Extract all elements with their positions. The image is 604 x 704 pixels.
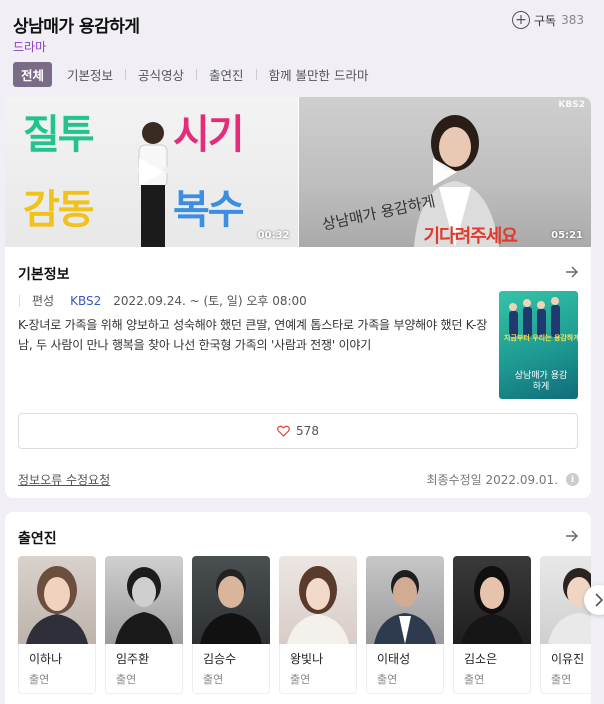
tab-divider [196, 69, 198, 80]
cast-name: 김소은 [464, 652, 498, 666]
cast-role: 출연 [29, 673, 50, 686]
arrow-right-icon[interactable] [565, 265, 579, 279]
tab-divider [58, 69, 59, 80]
overlay-text: 감동 [23, 187, 95, 233]
cast-item[interactable]: 이유진 출연 [540, 556, 591, 694]
cast-card: 출연진 이하나 출연 임주환 출연 김승수 출연 왕빛나 출연 이태성 출연 김… [5, 512, 591, 704]
poster-tagline: 지금부터 우리는 용감하게 [504, 334, 578, 342]
subscribe-label: 구독 [534, 13, 557, 28]
cast-name: 이태성 [377, 652, 411, 666]
subscribe-button[interactable]: + 구독 383 [512, 11, 584, 29]
overlay-caption: 기다려주세요 [423, 226, 518, 247]
cast-info: 임주환 출연 [105, 644, 183, 694]
cast-photo [192, 556, 270, 644]
broadcast-channel[interactable]: KBS2 [70, 294, 101, 308]
chevron-right-icon [595, 593, 604, 607]
video-thumbnail-2[interactable]: KBS2 상남매가 용감하게 기다려주세요 05:21 [298, 97, 591, 247]
cast-info: 김승수 출연 [192, 644, 270, 694]
cast-name: 임주환 [116, 652, 150, 666]
tab-all[interactable]: 전체 [13, 62, 53, 87]
cast-list: 이하나 출연 임주환 출연 김승수 출연 왕빛나 출연 이태성 출연 김소은 출… [18, 556, 591, 694]
cast-role: 출연 [551, 673, 572, 686]
heart-icon [277, 425, 290, 437]
cast-photo [453, 556, 531, 644]
poster-image[interactable]: 지금부터 우리는 용감하게 상남매가 용감하게 [499, 291, 578, 399]
cast-photo [105, 556, 183, 644]
cast-info: 이태성 출연 [366, 644, 444, 694]
info-icon[interactable]: i [566, 473, 579, 486]
cast-info: 왕빛나 출연 [279, 644, 357, 694]
tab-bar: 전체 기본정보 공식영상 출연진 함께 볼만한 드라마 [13, 62, 371, 87]
cast-item[interactable]: 임주환 출연 [105, 556, 183, 694]
cast-role: 출연 [464, 673, 485, 686]
meta-divider [19, 294, 20, 307]
arrow-right-icon[interactable] [565, 529, 579, 543]
cast-name: 이하나 [29, 652, 63, 666]
like-count: 578 [296, 424, 319, 438]
channel-logo: KBS2 [558, 100, 585, 110]
tab-divider [125, 69, 127, 80]
cast-item[interactable]: 왕빛나 출연 [279, 556, 357, 694]
cast-item[interactable]: 김소은 출연 [453, 556, 531, 694]
cast-item[interactable]: 김승수 출연 [192, 556, 270, 694]
cast-role: 출연 [377, 673, 398, 686]
cast-item[interactable]: 이하나 출연 [18, 556, 96, 694]
info-card: 질투 시기 감동 복수 00:32 KBS2 상남매가 용감하게 기다려주세요 … [5, 97, 591, 498]
tab-cast[interactable]: 출연진 [207, 65, 246, 84]
cast-info: 이유진 출연 [540, 644, 591, 694]
tab-divider [255, 69, 257, 80]
synopsis: K-장녀로 가족을 위해 양보하고 성숙해야 했던 큰딸, 연예계 톱스타로 가… [18, 318, 488, 352]
cast-name: 김승수 [203, 652, 237, 666]
cast-name: 이유진 [551, 652, 585, 666]
video-duration: 05:21 [551, 230, 583, 241]
poster-title: 상남매가 용감하게 [514, 371, 568, 392]
tab-basic-info[interactable]: 기본정보 [65, 65, 115, 84]
header: 상남매가 용감하게 드라마 + 구독 383 전체 기본정보 공식영상 출연진 … [0, 0, 604, 92]
last-updated: 최종수정일 2022.09.01. i [426, 471, 579, 488]
broadcast-meta: 편성 KBS2 2022.09.24. ~ (토, 일) 오후 08:00 [19, 292, 307, 309]
play-icon[interactable] [431, 156, 459, 188]
video-thumbnail-1[interactable]: 질투 시기 감동 복수 00:32 [5, 97, 298, 247]
play-icon[interactable] [137, 156, 165, 188]
section-title-cast: 출연진 [18, 531, 57, 547]
cast-role: 출연 [203, 673, 224, 686]
video-duration: 00:32 [257, 230, 290, 241]
cast-role: 출연 [116, 673, 137, 686]
cast-info: 김소은 출연 [453, 644, 531, 694]
page-title: 상남매가 용감하게 [13, 17, 140, 37]
genre-label[interactable]: 드라마 [13, 38, 46, 55]
cast-info: 이하나 출연 [18, 644, 96, 694]
broadcast-status: 편성 [32, 294, 55, 308]
video-row: 질투 시기 감동 복수 00:32 KBS2 상남매가 용감하게 기다려주세요 … [5, 97, 591, 247]
last-updated-text: 최종수정일 2022.09.01. [426, 473, 558, 487]
cast-photo [18, 556, 96, 644]
subscribe-count: 383 [561, 13, 584, 27]
broadcast-schedule: 2022.09.24. ~ (토, 일) 오후 08:00 [113, 294, 307, 308]
tab-official-videos[interactable]: 공식영상 [136, 65, 186, 84]
cast-role: 출연 [290, 673, 311, 686]
report-error-link[interactable]: 정보오류 수정요청 [18, 471, 110, 488]
tab-related-dramas[interactable]: 함께 볼만한 드라마 [267, 65, 371, 84]
section-title-basic-info: 기본정보 [18, 267, 70, 283]
overlay-text: 질투 [23, 112, 95, 158]
plus-icon: + [512, 11, 530, 29]
cast-photo [279, 556, 357, 644]
cast-name: 왕빛나 [290, 652, 324, 666]
like-button[interactable]: 578 [18, 413, 578, 449]
cast-item[interactable]: 이태성 출연 [366, 556, 444, 694]
cast-photo [366, 556, 444, 644]
